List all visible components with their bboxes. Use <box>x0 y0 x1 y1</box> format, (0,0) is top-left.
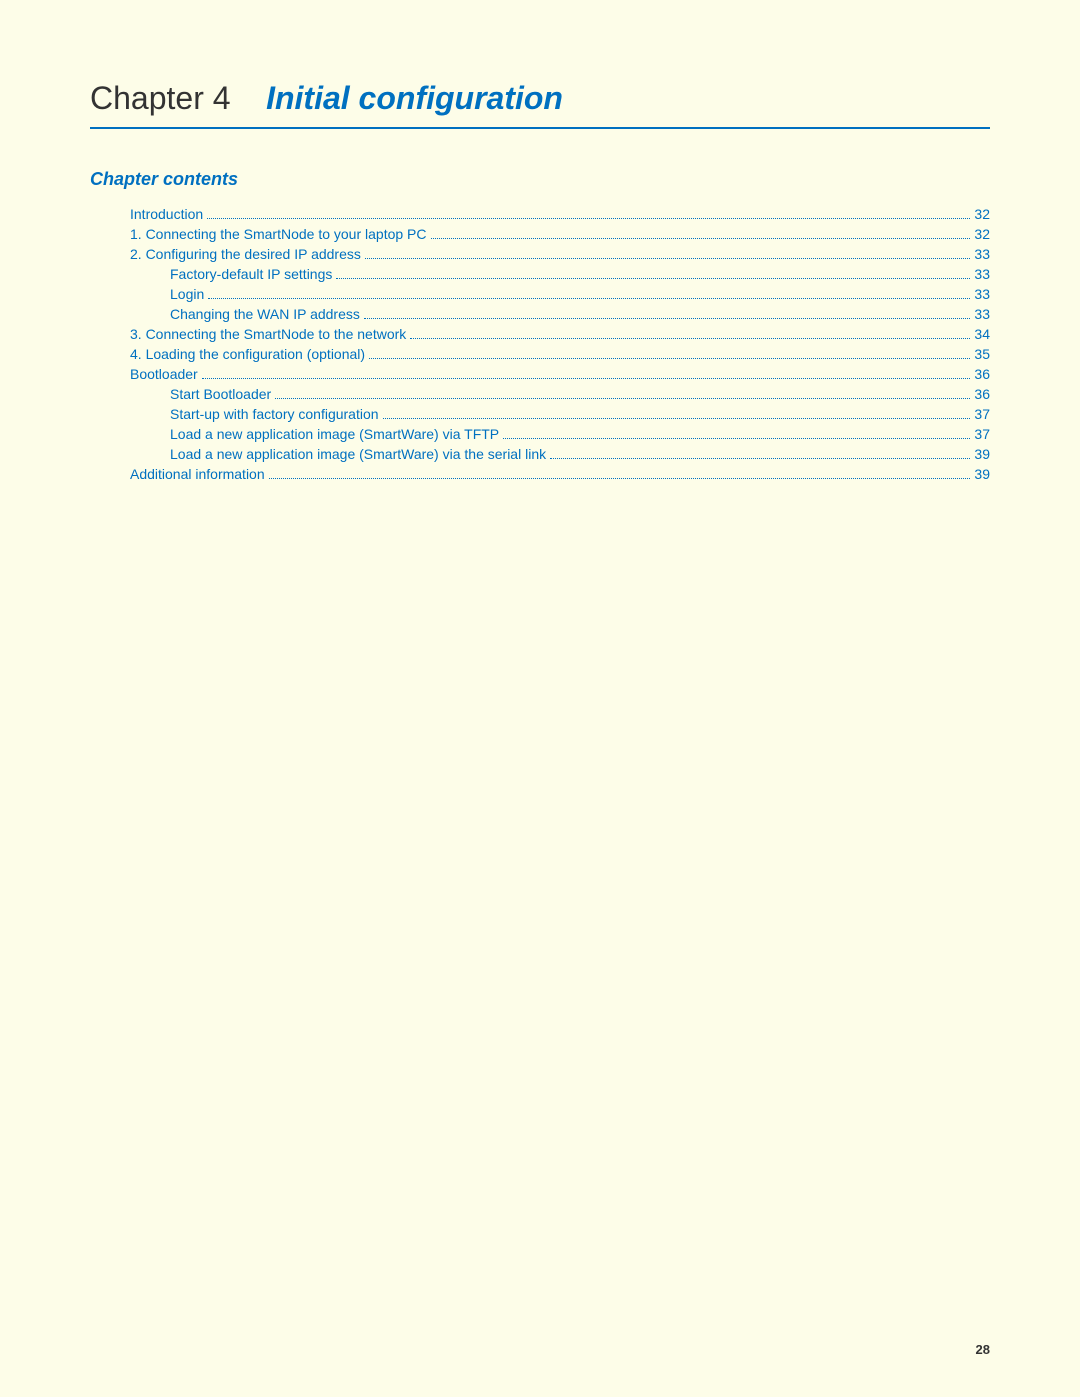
toc-link[interactable]: Factory-default IP settings <box>170 266 332 282</box>
toc-page-number: 36 <box>974 366 990 382</box>
toc-link[interactable]: 3. Connecting the SmartNode to the netwo… <box>130 326 406 342</box>
toc-dots <box>369 358 970 359</box>
toc-page-number: 37 <box>974 426 990 442</box>
toc-page-number: 39 <box>974 446 990 462</box>
chapter-title: Chapter 4 Initial configuration <box>90 80 990 117</box>
toc-label: 4. Loading the configuration (optional) <box>90 346 365 362</box>
toc-link[interactable]: Login <box>170 286 204 302</box>
toc-page-number: 32 <box>974 226 990 242</box>
toc-dots <box>431 238 971 239</box>
toc-label: Load a new application image (SmartWare)… <box>90 446 546 462</box>
toc-item[interactable]: Start Bootloader 36 <box>90 386 990 402</box>
toc-dots <box>202 378 971 379</box>
toc-label: Login <box>90 286 204 302</box>
toc-label: Load a new application image (SmartWare)… <box>90 426 499 442</box>
toc-link[interactable]: Additional information <box>130 466 265 482</box>
toc-item[interactable]: Additional information 39 <box>90 466 990 482</box>
toc-label: Additional information <box>90 466 265 482</box>
toc-label: 1. Connecting the SmartNode to your lapt… <box>90 226 427 242</box>
toc-dots <box>275 398 970 399</box>
toc-page-number: 33 <box>974 246 990 262</box>
page-number: 28 <box>976 1342 990 1357</box>
toc-dots <box>365 258 971 259</box>
toc-link[interactable]: Start-up with factory configuration <box>170 406 379 422</box>
chapter-title-bold: Initial configuration <box>266 80 563 116</box>
toc-item[interactable]: 4. Loading the configuration (optional) … <box>90 346 990 362</box>
toc-page-number: 33 <box>974 306 990 322</box>
toc-link[interactable]: Load a new application image (SmartWare)… <box>170 426 499 442</box>
toc-item[interactable]: 1. Connecting the SmartNode to your lapt… <box>90 226 990 242</box>
toc-label: Changing the WAN IP address <box>90 306 360 322</box>
toc-item[interactable]: Load a new application image (SmartWare)… <box>90 446 990 462</box>
page-container: Chapter 4 Initial configuration Chapter … <box>0 0 1080 1397</box>
toc-link[interactable]: Introduction <box>130 206 203 222</box>
toc-item[interactable]: Introduction 32 <box>90 206 990 222</box>
toc-dots <box>503 438 970 439</box>
toc-page-number: 35 <box>974 346 990 362</box>
toc-link[interactable]: Bootloader <box>130 366 198 382</box>
toc-item[interactable]: Load a new application image (SmartWare)… <box>90 426 990 442</box>
toc-dots <box>269 478 971 479</box>
toc-dots <box>336 278 970 279</box>
chapter-contents-heading: Chapter contents <box>90 169 990 190</box>
toc-link[interactable]: 2. Configuring the desired IP address <box>130 246 361 262</box>
toc-dots <box>410 338 970 339</box>
toc-page-number: 34 <box>974 326 990 342</box>
toc-item[interactable]: Factory-default IP settings 33 <box>90 266 990 282</box>
toc-dots <box>364 318 971 319</box>
toc-link[interactable]: 1. Connecting the SmartNode to your lapt… <box>130 226 427 242</box>
toc-item[interactable]: Login 33 <box>90 286 990 302</box>
toc-label: Introduction <box>90 206 203 222</box>
toc-label: Bootloader <box>90 366 198 382</box>
toc-page-number: 39 <box>974 466 990 482</box>
chapter-contents-section: Chapter contents Introduction 32 1. Conn… <box>90 169 990 482</box>
toc-item[interactable]: Start-up with factory configuration 37 <box>90 406 990 422</box>
toc-item[interactable]: 2. Configuring the desired IP address 33 <box>90 246 990 262</box>
toc-label: Start-up with factory configuration <box>90 406 379 422</box>
toc-item[interactable]: 3. Connecting the SmartNode to the netwo… <box>90 326 990 342</box>
chapter-header: Chapter 4 Initial configuration <box>90 80 990 129</box>
toc-link[interactable]: Changing the WAN IP address <box>170 306 360 322</box>
toc-label: Start Bootloader <box>90 386 271 402</box>
toc-link[interactable]: 4. Loading the configuration (optional) <box>130 346 365 362</box>
toc-dots <box>383 418 971 419</box>
toc-label: 3. Connecting the SmartNode to the netwo… <box>90 326 406 342</box>
toc-item[interactable]: Changing the WAN IP address 33 <box>90 306 990 322</box>
toc-link[interactable]: Start Bootloader <box>170 386 271 402</box>
toc-page-number: 32 <box>974 206 990 222</box>
toc-dots <box>208 298 970 299</box>
toc-list: Introduction 32 1. Connecting the SmartN… <box>90 206 990 482</box>
toc-link[interactable]: Load a new application image (SmartWare)… <box>170 446 546 462</box>
toc-item[interactable]: Bootloader 36 <box>90 366 990 382</box>
toc-page-number: 37 <box>974 406 990 422</box>
toc-page-number: 33 <box>974 266 990 282</box>
toc-label: Factory-default IP settings <box>90 266 332 282</box>
toc-dots <box>550 458 970 459</box>
toc-page-number: 33 <box>974 286 990 302</box>
toc-page-number: 36 <box>974 386 990 402</box>
chapter-prefix: Chapter 4 <box>90 80 231 116</box>
toc-dots <box>207 218 970 219</box>
toc-label: 2. Configuring the desired IP address <box>90 246 361 262</box>
